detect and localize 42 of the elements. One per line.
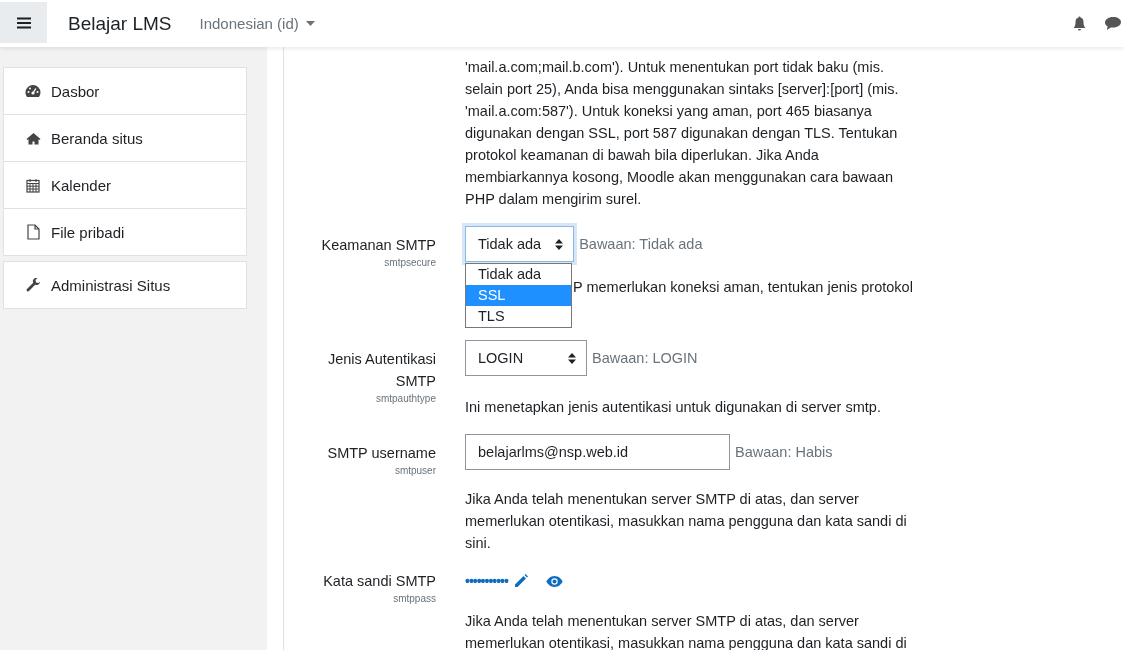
wrench-icon	[25, 277, 41, 293]
select-field[interactable]: LOGIN	[465, 340, 587, 376]
setting-key: smtppass	[284, 592, 436, 606]
dashboard-icon	[25, 84, 41, 98]
masked-password: •••••••••••	[465, 573, 508, 589]
pencil-icon[interactable]	[513, 574, 528, 588]
setting-key: smtpauthtype	[284, 392, 436, 406]
setting-key: smtpuser	[284, 464, 436, 478]
dropdown-option[interactable]: TLS	[466, 306, 571, 327]
description-text: 'mail.a.com;mail.b.com'). Untuk menentukan port tidak baku (mis. selain port 25), Anda bisa menggunakan sintaks [server]:[port] (mis. 'mail.a.com:587'). Untuk koneksi yang aman, port 465 biasanya digunakan dengan SSL, port 587 digunakan dengan TLS. Tentukan protokol keamanan di bawah bila diperlukan. Jika Anda membiarkannya kosong, Moodle akan menggunakan cara bawaan PHP dalam mengirim surel.	[465, 58, 900, 209]
help-text: Ini menetapkan jenis autentikasi untuk digunakan di server smtp.	[465, 398, 882, 417]
setting-key: smtpsecure	[284, 256, 436, 270]
nav-item[interactable]: Dasbor	[4, 68, 246, 114]
language-menu[interactable]: Indonesian (id)	[199, 15, 315, 32]
setting-label: Kata sandi SMTP	[322, 572, 436, 591]
menu-icon	[16, 16, 31, 29]
setting-label: Keamanan SMTP	[320, 236, 436, 255]
caret-icon	[305, 21, 315, 26]
eye-icon[interactable]	[545, 575, 563, 587]
text-field[interactable]: belajarlms@nsp.web.id	[465, 434, 730, 470]
default-value: Bawaan: LOGIN	[592, 350, 698, 366]
dropdown-option[interactable]: Tidak ada	[466, 264, 571, 285]
select-field[interactable]: Tidak ada	[465, 226, 575, 262]
setting-label: Jenis Autentikasi SMTP	[327, 350, 436, 391]
menu-button[interactable]	[0, 2, 47, 43]
setting-label: SMTP username	[326, 444, 436, 463]
help-text: Jika Anda telah menentukan server SMTP di atas, dan server memerlukan otentikasi, masukkan nama pengguna dan kata sandi di sini.	[465, 490, 908, 553]
chat-icon[interactable]	[1104, 16, 1122, 31]
calendar-icon	[26, 177, 40, 193]
default-value: Bawaan: Habis	[735, 444, 833, 460]
nav-item[interactable]: Kalender	[4, 161, 246, 208]
sort-arrows-icon	[568, 352, 576, 364]
file-icon	[26, 224, 40, 240]
site-name[interactable]: Belajar LMS	[68, 12, 172, 35]
nav-item[interactable]: Beranda situs	[4, 114, 246, 161]
nav-item[interactable]: File pribadi	[4, 208, 246, 255]
sort-arrows-icon	[555, 238, 564, 250]
home-icon	[25, 131, 41, 145]
nav-item[interactable]: Administrasi Situs	[4, 262, 246, 308]
default-value: Bawaan: Tidak ada	[579, 236, 703, 252]
help-text: P memerlukan koneksi aman, tentukan jenis protokol	[573, 278, 913, 297]
bell-icon[interactable]	[1073, 16, 1086, 31]
